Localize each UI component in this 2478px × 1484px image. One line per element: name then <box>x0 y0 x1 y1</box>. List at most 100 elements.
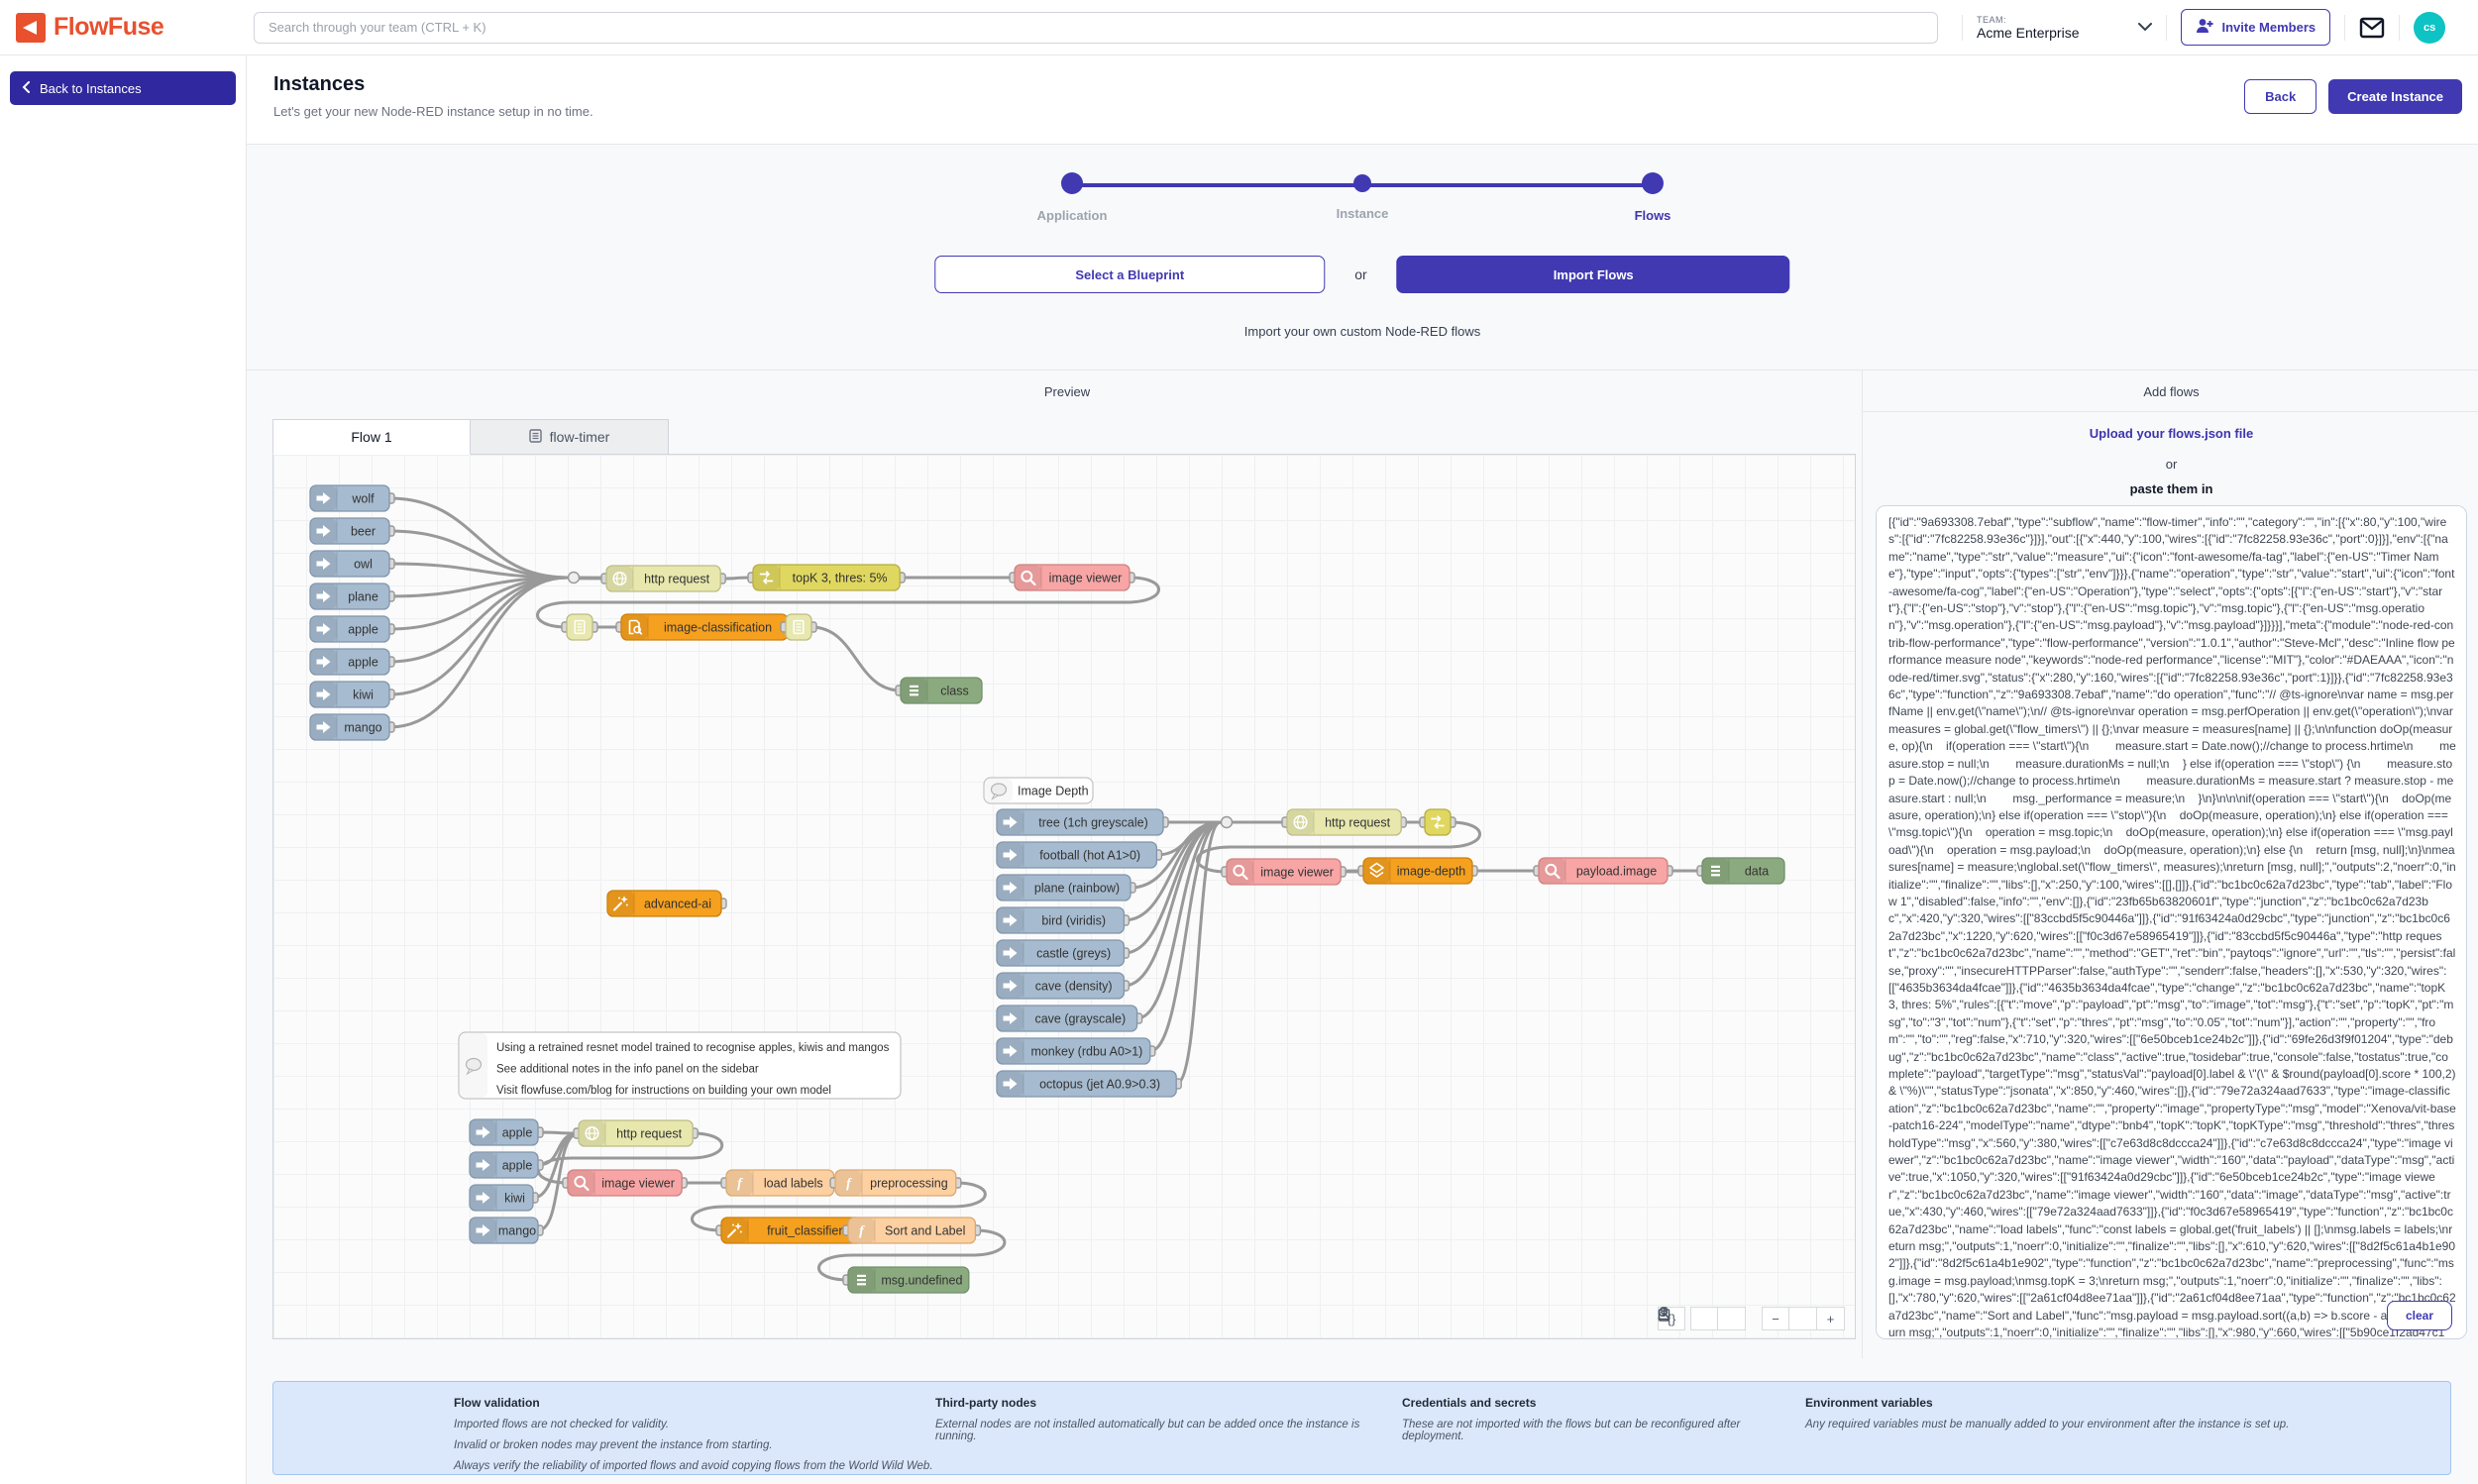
flow-node-image viewer[interactable]: image viewer <box>563 1170 687 1196</box>
step-instance[interactable]: Instance <box>1303 174 1422 221</box>
zoom-reset-button[interactable] <box>1789 1307 1817 1330</box>
back-to-instances-button[interactable]: Back to Instances <box>10 71 236 105</box>
tab-flow-1[interactable]: Flow 1 <box>272 419 471 455</box>
paste-label: paste them in <box>1873 481 2470 496</box>
flow-node-http request[interactable]: http request <box>1282 809 1406 835</box>
copy-button[interactable] <box>1690 1307 1718 1330</box>
flow-node-msg.undefined[interactable]: msg.undefined <box>843 1267 969 1293</box>
flow-node-cave (grayscale)[interactable]: cave (grayscale) <box>997 1006 1142 1031</box>
note-line: Imported flows are not checked for valid… <box>454 1419 935 1431</box>
flow-node-image-classification[interactable]: image-classification <box>616 614 793 640</box>
svg-text:plane: plane <box>348 590 378 604</box>
flow-node-data[interactable]: data <box>1697 858 1784 884</box>
back-button[interactable]: Back <box>2244 79 2316 114</box>
flow-node-plane (rainbow)[interactable]: plane (rainbow) <box>997 875 1135 901</box>
flow-node-apple[interactable]: apple <box>310 616 394 642</box>
flow-node-http request[interactable]: http request <box>574 1120 698 1146</box>
flow-node-apple[interactable]: apple <box>470 1119 543 1145</box>
team-name: Acme Enterprise <box>1977 25 2079 41</box>
svg-text:Image Depth: Image Depth <box>1018 785 1089 798</box>
notifications-mail-icon[interactable] <box>2359 17 2385 39</box>
canvas-toolbar: {} − + <box>1658 1307 1845 1330</box>
user-avatar[interactable]: cs <box>2414 12 2445 44</box>
flow-node-octopus (jet A0.9>0.3)[interactable]: octopus (jet A0.9>0.3) <box>997 1071 1181 1097</box>
team-selector[interactable]: TEAM: Acme Enterprise <box>1977 15 2152 41</box>
flow-node-preprocessing[interactable]: preprocessing <box>830 1170 961 1196</box>
note-line: External nodes are not installed automat… <box>935 1419 1402 1442</box>
flow-node-castle (greys)[interactable]: castle (greys) <box>997 940 1129 966</box>
svg-text:mango: mango <box>344 721 381 735</box>
app-header: FlowFuse TEAM: Acme Enterprise Invite Me… <box>0 0 2478 55</box>
flow-node-advanced-ai[interactable]: advanced-ai <box>607 891 726 916</box>
flow-node-template[interactable] <box>781 614 816 640</box>
note-third-party: Third-party nodes External nodes are not… <box>935 1396 1402 1474</box>
svg-text:payload.image: payload.image <box>1576 865 1657 879</box>
create-instance-button[interactable]: Create Instance <box>2328 79 2462 114</box>
flow-node-wolf[interactable]: wolf <box>310 485 394 511</box>
search-input[interactable] <box>254 12 1938 44</box>
flow-node-tree (1ch greyscale)[interactable]: tree (1ch greyscale) <box>997 809 1168 835</box>
svg-text:image viewer: image viewer <box>1260 866 1334 880</box>
svg-text:fruit_classifier: fruit_classifier <box>767 1224 842 1238</box>
flow-node-owl[interactable]: owl <box>310 551 394 577</box>
flow-node-mango[interactable]: mango <box>470 1218 543 1243</box>
flowfuse-logo[interactable]: FlowFuse <box>16 13 254 43</box>
svg-text:topK 3, thres: 5%: topK 3, thres: 5% <box>793 572 888 585</box>
import-flows-button[interactable]: Import Flows <box>1397 256 1790 293</box>
zoom-out-button[interactable]: − <box>1762 1307 1789 1330</box>
flow-node-payload.image[interactable]: payload.image <box>1534 858 1672 884</box>
sidebar: Back to Instances <box>0 55 247 1484</box>
flow-node-class[interactable]: class <box>896 678 982 703</box>
minus-icon: − <box>1772 1312 1779 1326</box>
debug-icon <box>910 686 918 696</box>
flow-node-template[interactable] <box>562 614 597 640</box>
import-notes-panel: Flow validation Imported flows are not c… <box>272 1381 2451 1475</box>
step-flows[interactable]: Flows <box>1593 174 1712 223</box>
svg-text:advanced-ai: advanced-ai <box>644 898 711 911</box>
step-dot <box>1353 174 1371 192</box>
step-dot <box>1061 172 1083 194</box>
flow-node-kiwi[interactable]: kiwi <box>470 1185 538 1211</box>
flowfuse-logo-icon <box>16 13 46 43</box>
flow-node-image viewer[interactable]: image viewer <box>1010 565 1134 590</box>
flow-node-mango[interactable]: mango <box>310 714 394 740</box>
clear-button[interactable]: clear <box>2387 1301 2452 1330</box>
invite-members-label: Invite Members <box>2221 20 2316 35</box>
step-label: Flows <box>1593 208 1712 223</box>
flow-node-comment-box[interactable]: Using a retrained resnet model trained t… <box>459 1032 901 1099</box>
svg-text:data: data <box>1745 865 1769 879</box>
flow-node-change[interactable] <box>1420 809 1455 835</box>
step-application[interactable]: Application <box>1013 174 1131 223</box>
zoom-in-button[interactable]: + <box>1817 1307 1845 1330</box>
flow-node-kiwi[interactable]: kiwi <box>310 682 394 707</box>
download-button[interactable] <box>1718 1307 1746 1330</box>
flow-node-beer[interactable]: beer <box>310 518 394 544</box>
flow-node-apple[interactable]: apple <box>470 1152 543 1178</box>
flows-json-textarea[interactable] <box>1876 505 2467 1339</box>
flow-node-image-depth[interactable]: image-depth <box>1358 858 1477 884</box>
svg-text:castle (greys): castle (greys) <box>1036 947 1111 961</box>
svg-text:apple: apple <box>348 656 378 670</box>
flow-node-load labels[interactable]: load labels <box>721 1170 839 1196</box>
flow-node-junction[interactable] <box>569 573 580 583</box>
flow-node-apple[interactable]: apple <box>310 649 394 675</box>
flow-node-image viewer[interactable]: image viewer <box>1222 859 1346 885</box>
flow-node-football (hot A1>0)[interactable]: football (hot A1>0) <box>997 842 1161 868</box>
plus-icon: + <box>1827 1312 1835 1326</box>
note-env-vars: Environment variables Any required varia… <box>1805 1396 2430 1474</box>
select-blueprint-button[interactable]: Select a Blueprint <box>934 256 1325 293</box>
flow-node-junction[interactable] <box>1222 817 1233 828</box>
flow-node-plane[interactable]: plane <box>310 583 394 609</box>
flow-node-Sort and Label[interactable]: Sort and Label <box>843 1218 980 1243</box>
flow-node-topK 3, thres: 5%[interactable]: topK 3, thres: 5% <box>748 565 905 590</box>
flow-node-bird (viridis)[interactable]: bird (viridis) <box>997 907 1129 933</box>
tab-flow-timer[interactable]: flow-timer <box>471 419 669 454</box>
flow-node-monkey (rdbu A0>1)[interactable]: monkey (rdbu A0>1) <box>997 1038 1155 1064</box>
flow-canvas[interactable]: f wolfbeerowlplaneappleapplekiwimangohtt… <box>272 455 1856 1339</box>
upload-flows-link[interactable]: Upload your flows.json file <box>2090 426 2253 441</box>
flow-node-http request[interactable]: http request <box>601 566 725 591</box>
note-flow-validation: Flow validation Imported flows are not c… <box>454 1396 935 1474</box>
flow-node-Image Depth[interactable]: Image Depth <box>984 778 1093 803</box>
invite-members-button[interactable]: Invite Members <box>2181 9 2330 46</box>
flow-node-cave (density)[interactable]: cave (density) <box>997 973 1129 999</box>
